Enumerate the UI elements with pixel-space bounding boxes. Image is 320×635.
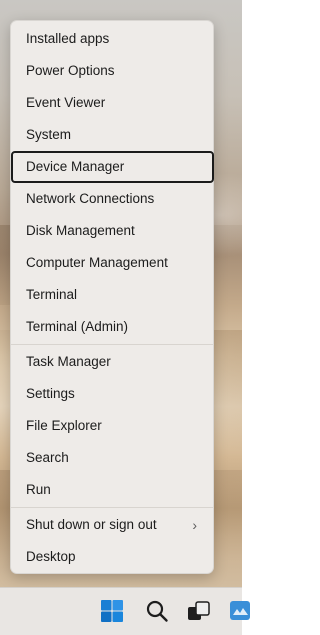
menu-item-file-explorer[interactable]: File Explorer bbox=[11, 410, 213, 442]
menu-item-event-viewer[interactable]: Event Viewer bbox=[11, 87, 213, 119]
widgets-icon[interactable] bbox=[229, 599, 253, 623]
menu-item-label: Device Manager bbox=[26, 159, 125, 174]
menu-item-label: Installed apps bbox=[26, 31, 110, 46]
menu-item-label: Run bbox=[26, 482, 51, 497]
menu-item-settings[interactable]: Settings bbox=[11, 378, 213, 410]
menu-item-label: Shut down or sign out bbox=[26, 517, 157, 532]
menu-item-run[interactable]: Run bbox=[11, 474, 213, 506]
menu-item-label: Task Manager bbox=[26, 354, 111, 369]
menu-item-computer-management[interactable]: Computer Management bbox=[11, 247, 213, 279]
menu-item-task-manager[interactable]: Task Manager bbox=[11, 346, 213, 378]
taskbar bbox=[0, 587, 250, 635]
menu-item-disk-management[interactable]: Disk Management bbox=[11, 215, 213, 247]
menu-item-power-options[interactable]: Power Options bbox=[11, 55, 213, 87]
windows-start-icon[interactable] bbox=[100, 599, 124, 623]
menu-separator bbox=[11, 344, 213, 345]
task-view-icon[interactable] bbox=[187, 599, 211, 623]
menu-item-label: Search bbox=[26, 450, 69, 465]
menu-item-label: Desktop bbox=[26, 549, 76, 564]
menu-item-label: Disk Management bbox=[26, 223, 135, 238]
menu-item-label: Power Options bbox=[26, 63, 115, 78]
menu-item-label: Settings bbox=[26, 386, 75, 401]
menu-item-label: Network Connections bbox=[26, 191, 155, 206]
chevron-right-icon: › bbox=[192, 517, 197, 533]
search-icon[interactable] bbox=[145, 599, 169, 623]
menu-item-shut-down-or-sign-out[interactable]: Shut down or sign out › bbox=[11, 509, 213, 541]
menu-item-terminal[interactable]: Terminal bbox=[11, 279, 213, 311]
menu-item-system[interactable]: System bbox=[11, 119, 213, 151]
quick-link-menu: Installed apps Power Options Event Viewe… bbox=[10, 20, 214, 574]
menu-item-terminal-admin[interactable]: Terminal (Admin) bbox=[11, 311, 213, 343]
menu-item-device-manager[interactable]: Device Manager bbox=[11, 151, 214, 183]
menu-item-search[interactable]: Search bbox=[11, 442, 213, 474]
menu-item-label: System bbox=[26, 127, 72, 142]
menu-item-label: File Explorer bbox=[26, 418, 102, 433]
menu-item-desktop[interactable]: Desktop bbox=[11, 541, 213, 573]
menu-separator bbox=[11, 507, 213, 508]
menu-item-label: Computer Management bbox=[26, 255, 168, 270]
menu-item-installed-apps[interactable]: Installed apps bbox=[11, 23, 213, 55]
menu-item-label: Terminal (Admin) bbox=[26, 319, 129, 334]
menu-item-network-connections[interactable]: Network Connections bbox=[11, 183, 213, 215]
menu-item-label: Event Viewer bbox=[26, 95, 106, 110]
menu-item-label: Terminal bbox=[26, 287, 78, 302]
